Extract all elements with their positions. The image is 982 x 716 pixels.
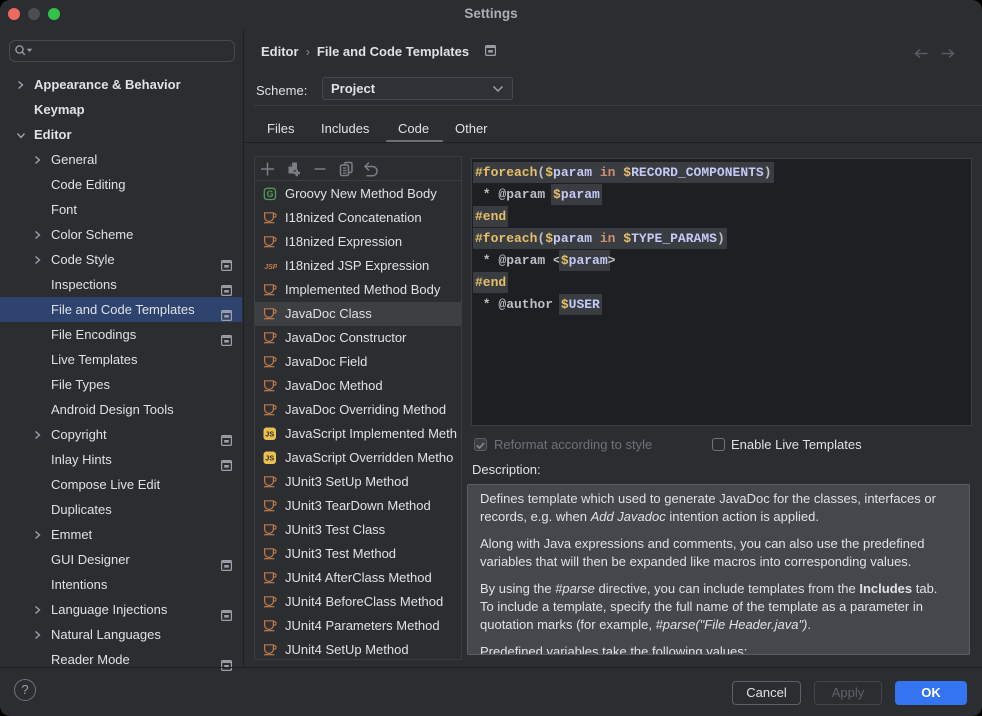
svg-text:JSP: JSP (264, 264, 277, 271)
svg-text:JS: JS (265, 430, 274, 439)
svg-text:JS: JS (265, 454, 274, 463)
svg-text:G: G (267, 189, 274, 199)
